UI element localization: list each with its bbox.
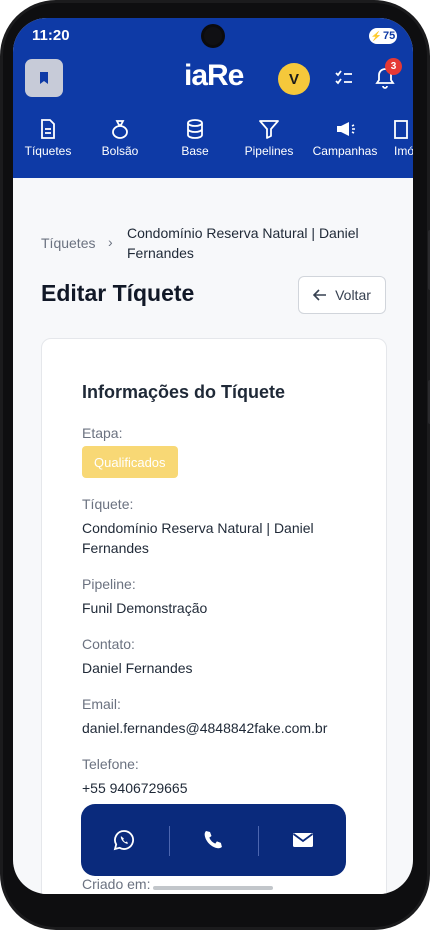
back-button[interactable]: Voltar — [298, 276, 386, 314]
email-label: Email: — [82, 696, 121, 712]
pipeline-value: Funil Demonstração — [82, 600, 208, 616]
megaphone-icon — [337, 122, 355, 136]
contact-label: Contato: — [82, 636, 135, 652]
pipeline-label: Pipeline: — [82, 576, 136, 592]
created-label: Criado em: — [82, 876, 151, 892]
card-title: Informações do Tíquete — [82, 382, 286, 402]
back-label: Voltar — [335, 287, 371, 303]
phone-frame: 11:20 ⚡ 75 iaRe V 3 Tíquetes Bolsão Base… — [0, 0, 430, 930]
arrow-left-icon — [313, 289, 327, 301]
avatar[interactable]: V — [278, 63, 310, 95]
phone-value: +55 9406729665 — [82, 780, 188, 796]
tab-label: Imó — [394, 144, 413, 158]
status-bar: 11:20 ⚡ 75 — [13, 18, 413, 54]
home-indicator[interactable] — [153, 886, 273, 890]
breadcrumb-separator: › — [108, 234, 113, 250]
main-content: Tíquetes › Condomínio Reserva Natural | … — [13, 178, 413, 894]
page-title: Editar Tíquete — [41, 280, 195, 306]
money-bag-icon — [112, 120, 128, 139]
screen: 11:20 ⚡ 75 iaRe V 3 Tíquetes Bolsão Base… — [13, 18, 413, 894]
stage-label: Etapa: — [82, 425, 123, 441]
nav-tabs: Tíquetes Bolsão Base Pipelines Campanhas — [13, 118, 413, 174]
tab-label: Tíquetes — [24, 144, 72, 158]
email-value: daniel.fernandes@4848842fake.com.br — [82, 720, 328, 736]
stage-badge: Qualificados — [82, 446, 178, 478]
divider — [258, 826, 259, 856]
tab-tiquetes[interactable]: Tíquetes — [13, 118, 83, 158]
whatsapp-icon[interactable] — [112, 828, 136, 852]
filter-icon — [259, 120, 279, 139]
building-icon — [394, 120, 408, 139]
mail-icon[interactable] — [291, 828, 315, 852]
ticket-label: Tíquete: — [82, 496, 134, 512]
breadcrumb-current: Condomínio Reserva Natural | Daniel Fern… — [127, 225, 359, 261]
battery-level: 75 — [382, 30, 396, 42]
tab-bolsao[interactable]: Bolsão — [85, 118, 155, 158]
ticket-value: Condomínio Reserva Natural | Daniel Fern… — [82, 520, 314, 556]
tab-label: Campanhas — [312, 144, 378, 158]
document-icon — [41, 119, 55, 139]
breadcrumb-root[interactable]: Tíquetes — [41, 235, 95, 251]
tab-imoveis[interactable]: Imó — [383, 118, 413, 158]
tab-campanhas[interactable]: Campanhas — [307, 118, 383, 158]
status-time: 11:20 — [32, 27, 70, 44]
phone-icon[interactable] — [201, 828, 225, 852]
checklist-icon[interactable] — [334, 68, 354, 88]
header: 11:20 ⚡ 75 iaRe V 3 Tíquetes Bolsão Base… — [13, 18, 413, 178]
tab-base[interactable]: Base — [160, 118, 230, 158]
phone-label: Telefone: — [82, 756, 139, 772]
tab-label: Bolsão — [101, 144, 139, 158]
tab-label: Base — [181, 144, 209, 158]
contact-actions-bar — [81, 804, 346, 876]
notification-badge: 3 — [385, 58, 402, 75]
app-logo: iaRe — [184, 59, 244, 92]
menu-button[interactable] — [25, 59, 63, 97]
tab-label: Pipelines — [244, 144, 294, 158]
contact-value: Daniel Fernandes — [82, 660, 193, 676]
battery-icon: ⚡ 75 — [369, 28, 397, 44]
divider — [169, 826, 170, 856]
tab-pipelines[interactable]: Pipelines — [234, 118, 304, 158]
front-camera — [204, 27, 222, 45]
app-bar: iaRe V 3 — [13, 54, 413, 102]
database-icon — [187, 119, 203, 139]
bookmark-icon — [40, 72, 48, 84]
